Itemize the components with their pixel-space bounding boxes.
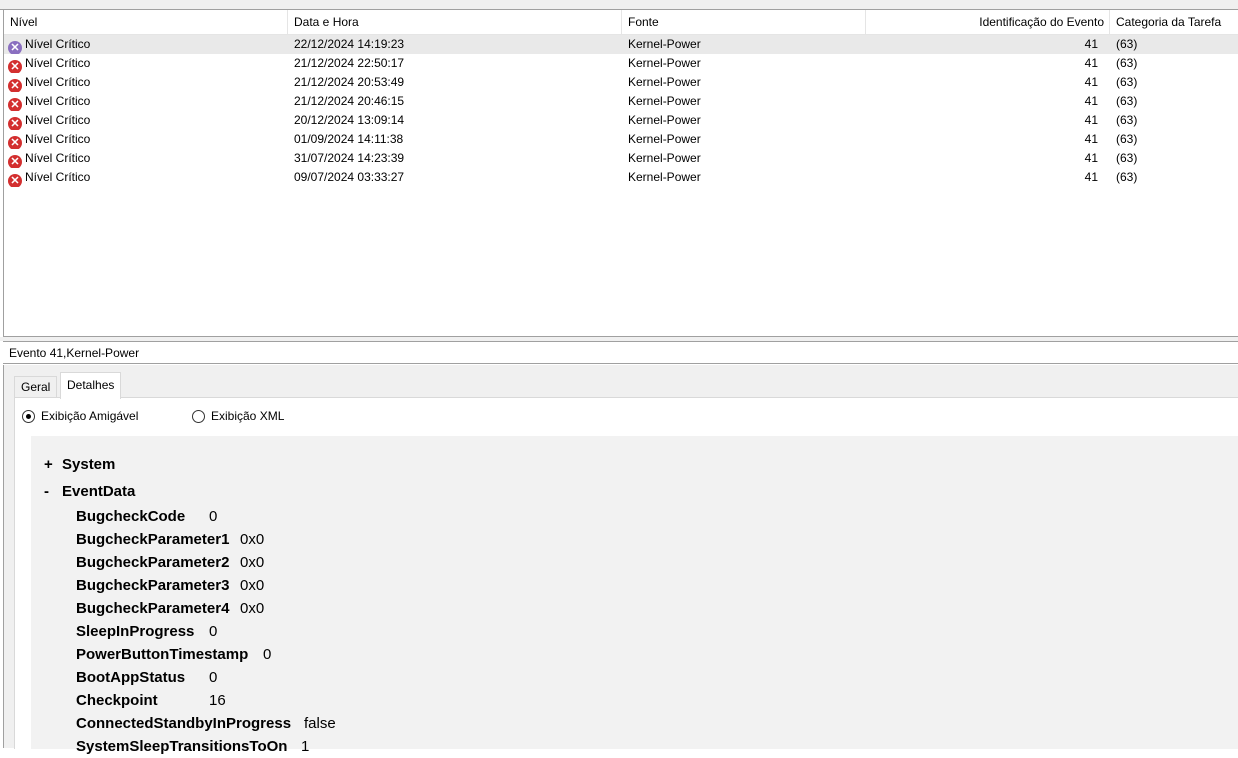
event-data-field: BugcheckParameter3 0x0: [76, 577, 265, 594]
row-level: Nível Crítico: [25, 151, 91, 165]
table-row[interactable]: ✕ Nível Crítico 09/07/2024 03:33:27 Kerne…: [4, 168, 1238, 187]
row-level: Nível Crítico: [25, 37, 91, 51]
row-task-category: (63): [1116, 56, 1138, 70]
radio-unselected-icon: [192, 410, 205, 423]
tab-detalhes[interactable]: Detalhes: [60, 372, 122, 399]
details-pane: Geral Detalhes Exibição Amigável Exibiçã…: [3, 365, 1238, 755]
row-level: Nível Crítico: [25, 75, 91, 89]
row-date: 20/12/2024 13:09:14: [294, 113, 405, 127]
collapse-toggle[interactable]: -: [44, 481, 62, 503]
radio-selected-icon: [22, 410, 35, 423]
row-level: Nível Crítico: [25, 132, 91, 146]
row-source: Kernel-Power: [628, 113, 701, 127]
tree-node-eventdata[interactable]: - EventData: [44, 481, 135, 503]
event-data-field: BugcheckCode 0: [76, 508, 218, 525]
row-source: Kernel-Power: [628, 75, 701, 89]
table-row[interactable]: ✕ Nível Crítico 21/12/2024 22:50:17 Kerne…: [4, 54, 1238, 73]
column-header-event-id[interactable]: Identificação do Evento: [866, 10, 1110, 34]
xml-view-label: Exibição XML: [211, 409, 285, 423]
table-row[interactable]: ✕ Nível Crítico 21/12/2024 20:46:15 Kerne…: [4, 92, 1238, 111]
column-header-level[interactable]: Nível: [4, 10, 288, 34]
row-task-category: (63): [1116, 94, 1138, 108]
row-level: Nível Crítico: [25, 56, 91, 70]
error-circle-icon: ✕: [8, 98, 22, 111]
row-task-category: (63): [1116, 113, 1138, 127]
event-data-field: ConnectedStandbyInProgress false: [76, 715, 336, 732]
table-row[interactable]: ✕ Nível Crítico 21/12/2024 20:53:49 Kerne…: [4, 73, 1238, 92]
event-data-field: PowerButtonTimestamp 0: [76, 646, 272, 663]
row-source: Kernel-Power: [628, 151, 701, 165]
friendly-view-label: Exibição Amigável: [41, 409, 139, 423]
row-source: Kernel-Power: [628, 94, 701, 108]
tab-geral[interactable]: Geral: [14, 376, 58, 398]
friendly-view-radio[interactable]: Exibição Amigável: [22, 408, 138, 424]
row-date: 01/09/2024 14:11:38: [294, 132, 404, 146]
event-data-field: BugcheckParameter4 0x0: [76, 600, 265, 617]
row-event-id: 41: [1084, 132, 1098, 146]
row-date: 09/07/2024 03:33:27: [294, 170, 405, 184]
xml-view-radio[interactable]: Exibição XML: [192, 408, 284, 424]
row-task-category: (63): [1116, 151, 1138, 165]
row-task-category: (63): [1116, 75, 1138, 89]
event-data-field: SleepInProgress 0: [76, 623, 218, 640]
list-header: Nível Data e Hora Fonte Identificação do…: [4, 10, 1238, 35]
row-event-id: 41: [1084, 151, 1098, 165]
row-task-category: (63): [1116, 132, 1138, 146]
event-data-field: SystemSleepTransitionsToOn 1: [76, 738, 310, 755]
error-circle-icon: ✕: [8, 41, 22, 54]
row-date: 21/12/2024 20:53:49: [294, 75, 405, 89]
row-source: Kernel-Power: [628, 56, 701, 70]
expand-toggle[interactable]: +: [44, 454, 62, 476]
event-data-field: BootAppStatus 0: [76, 669, 218, 686]
error-circle-icon: ✕: [8, 174, 22, 187]
column-header-source[interactable]: Fonte: [622, 10, 866, 34]
row-event-id: 41: [1084, 37, 1098, 51]
row-source: Kernel-Power: [628, 170, 701, 184]
column-header-date[interactable]: Data e Hora: [288, 10, 622, 34]
error-circle-icon: ✕: [8, 117, 22, 130]
row-event-id: 41: [1084, 170, 1098, 184]
row-date: 21/12/2024 22:50:17: [294, 56, 405, 70]
table-row[interactable]: ✕ Nível Crítico 22/12/2024 14:19:23 Kerne…: [4, 35, 1238, 54]
row-level: Nível Crítico: [25, 94, 91, 108]
row-event-id: 41: [1084, 113, 1098, 127]
friendly-view-content: + System - EventData BugcheckCode 0 Bugchec…: [31, 436, 1238, 755]
error-circle-icon: ✕: [8, 79, 22, 92]
event-data-field: Checkpoint 16: [76, 692, 226, 709]
row-event-id: 41: [1084, 56, 1098, 70]
event-data-field: BugcheckParameter2 0x0: [76, 554, 265, 571]
row-event-id: 41: [1084, 75, 1098, 89]
error-circle-icon: ✕: [8, 136, 22, 149]
column-header-task-category[interactable]: Categoria da Tarefa: [1110, 10, 1238, 34]
table-row[interactable]: ✕ Nível Crítico 20/12/2024 13:09:14 Kerne…: [4, 111, 1238, 130]
event-data-field: BugcheckParameter1 0x0: [76, 531, 265, 548]
row-date: 21/12/2024 20:46:15: [294, 94, 405, 108]
row-source: Kernel-Power: [628, 132, 701, 146]
error-circle-icon: ✕: [8, 60, 22, 73]
details-tab-panel: Exibição Amigável Exibição XML + System -…: [14, 397, 1238, 755]
row-task-category: (63): [1116, 37, 1138, 51]
row-date: 31/07/2024 14:23:39: [294, 151, 405, 165]
event-list[interactable]: Nível Data e Hora Fonte Identificação do…: [3, 10, 1238, 337]
top-toolbar-strip: [0, 0, 1238, 10]
row-task-category: (63): [1116, 170, 1138, 184]
row-source: Kernel-Power: [628, 37, 701, 51]
row-level: Nível Crítico: [25, 113, 91, 127]
details-title: Evento 41,Kernel-Power: [3, 341, 1238, 364]
row-event-id: 41: [1084, 94, 1098, 108]
row-date: 22/12/2024 14:19:23: [294, 37, 405, 51]
row-level: Nível Crítico: [25, 170, 91, 184]
tree-node-system[interactable]: + System: [44, 454, 115, 476]
table-row[interactable]: ✕ Nível Crítico 31/07/2024 14:23:39 Kerne…: [4, 149, 1238, 168]
error-circle-icon: ✕: [8, 155, 22, 168]
table-row[interactable]: ✕ Nível Crítico 01/09/2024 14:11:38 Kerne…: [4, 130, 1238, 149]
